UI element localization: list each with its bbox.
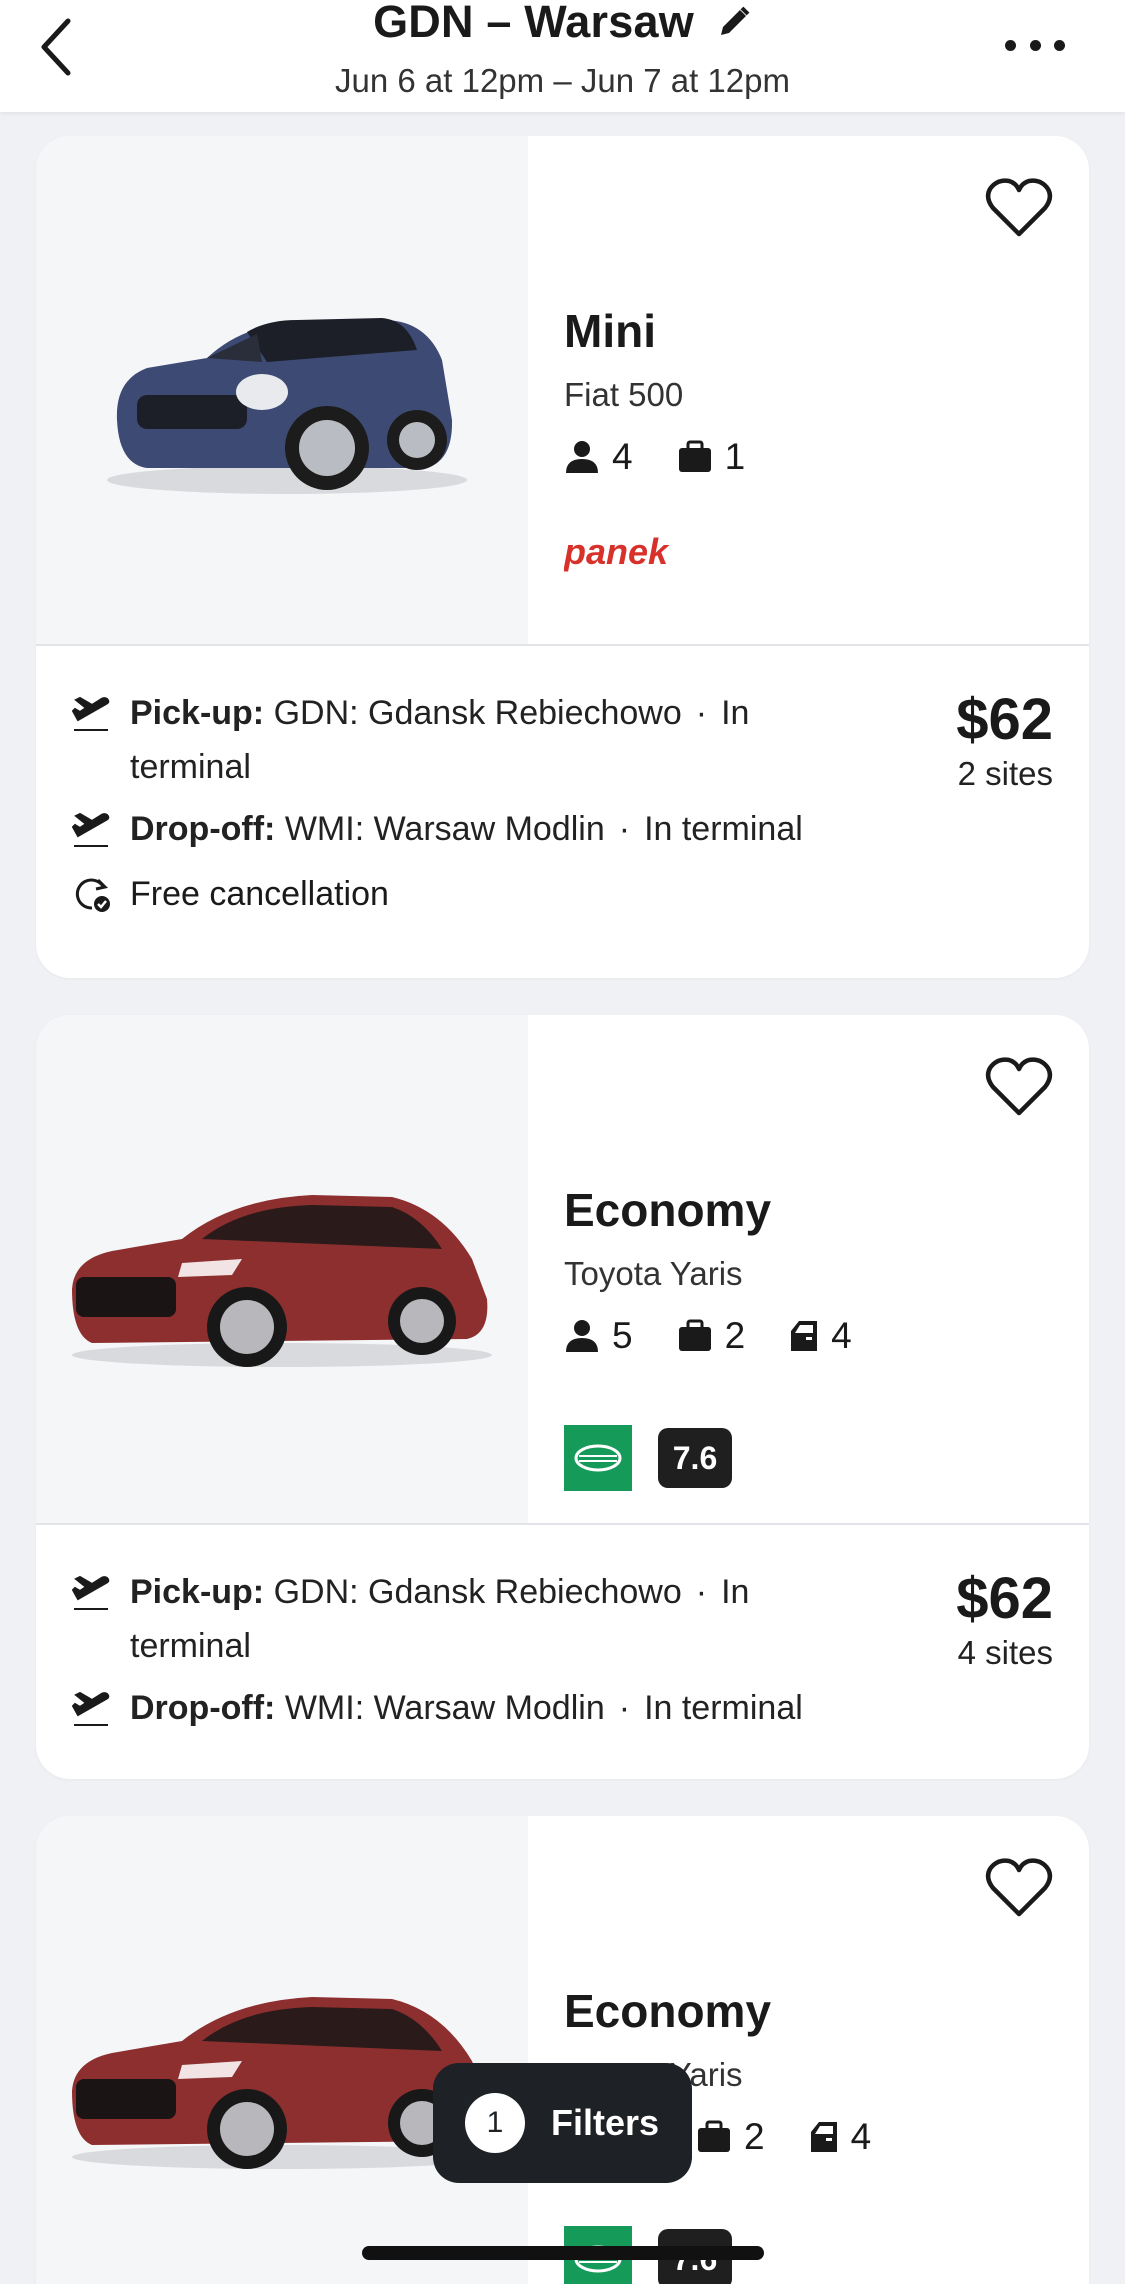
enterprise-logo [564,1425,632,1491]
search-title[interactable]: GDN – Warsaw [373,0,752,48]
filters-label: Filters [551,2102,660,2143]
car-result-card[interactable]: Economy Toyota Yaris 5 2 4 7.6 Pick-up: … [36,1015,1089,1779]
bag-count: 2 [744,2116,765,2157]
car-class: Mini [564,305,656,357]
door-count-spec: 4 [789,1315,852,1357]
home-indicator[interactable] [362,2246,764,2260]
dropoff-type: In terminal [644,1689,803,1727]
car-class: Economy [564,1985,772,2037]
person-icon [566,441,598,473]
car-model: Fiat 500 [564,376,684,413]
heart-icon[interactable] [985,1856,1053,1918]
car-result-card[interactable]: Economy Toyota Yaris 2 4 7.6 [36,1816,1089,2284]
filter-count-badge: 1 [465,2093,525,2153]
door-count: 4 [831,1315,852,1356]
car-door-icon [810,2122,837,2152]
price: $62 [956,1566,1053,1631]
site-count: 2 sites [957,755,1053,792]
dropoff-location: WMI: Warsaw Modlin [284,1689,605,1727]
passenger-count: 4 [612,436,633,477]
bag-capacity: 2 [696,2116,765,2158]
pickup-label: Pick-up: [130,694,265,732]
passenger-capacity: 5 [564,1315,633,1357]
dropoff-type: In terminal [644,810,803,848]
car-image [36,1816,528,2284]
suitcase-icon [678,440,711,472]
panek-logo: panek [563,531,714,577]
suitcase-icon [698,2120,730,2152]
date-range[interactable]: Jun 6 at 12pm – Jun 7 at 12pm [0,62,1125,100]
price-block[interactable]: $62 4 sites [956,1565,1053,1672]
site-count: 4 sites [957,1634,1053,1671]
heart-icon[interactable] [985,176,1053,238]
pickup-location: GDN: Gdansk Rebiechowo [273,1573,682,1611]
free-cancellation-label: Free cancellation [130,874,389,913]
person-icon [566,1320,598,1352]
suitcase-icon [678,1319,711,1351]
bag-count: 2 [724,1315,746,1356]
more-icon-dot [1005,39,1016,51]
passenger-count: 5 [612,1315,633,1356]
door-count-spec: 4 [809,2116,872,2158]
door-count: 4 [850,2116,872,2157]
dropoff-label: Drop-off: [130,1689,276,1727]
dropoff-label: Drop-off: [130,810,276,848]
plane-takeoff-icon [72,1575,110,1610]
car-class: Economy [564,1184,772,1236]
pickup-location: GDN: Gdansk Rebiechowo [273,694,682,732]
dropoff-info: Drop-off: WMI: Warsaw Modlin · In terminal [72,1681,1053,1735]
dropoff-info: Drop-off: WMI: Warsaw Modlin · In terminal [72,802,1053,856]
bag-capacity: 1 [677,436,746,478]
price: $62 [956,687,1053,752]
more-options-button[interactable] [1005,30,1065,60]
heart-icon[interactable] [985,1055,1053,1117]
rating-badge: 7.6 [658,1428,732,1488]
car-image [36,1015,528,1523]
refresh-check-icon [75,878,110,912]
car-model: Toyota Yaris [564,1255,743,1292]
bag-count: 1 [724,436,746,477]
pickup-info: Pick-up: GDN: Gdansk Rebiechowo · In termi… [72,686,1053,794]
car-door-icon [791,1321,818,1351]
pickup-info: Pick-up: GDN: Gdansk Rebiechowo · In termi… [72,1565,1053,1673]
vendor-logo-text: panek [564,536,670,572]
more-icon-dot [1029,39,1041,51]
free-cancellation: Free cancellation [72,874,1053,914]
passenger-capacity: 4 [564,436,633,478]
pencil-icon[interactable] [716,4,752,40]
pickup-label: Pick-up: [130,1573,265,1611]
plane-landing-icon [72,812,110,847]
plane-takeoff-icon [72,696,110,731]
car-result-card[interactable]: Mini Fiat 500 4 1 panek Pick-up: GDN: Gd… [36,136,1089,978]
filters-button[interactable]: 1 Filters [433,2063,692,2183]
car-image [36,136,528,644]
route-title: GDN – Warsaw [373,0,694,47]
price-block[interactable]: $62 2 sites [956,686,1053,793]
more-icon-dot [1054,39,1065,51]
dropoff-location: WMI: Warsaw Modlin [284,810,605,848]
top-bar: GDN – Warsaw Jun 6 at 12pm – Jun 7 at 12… [0,0,1125,112]
bag-capacity: 2 [677,1315,746,1357]
plane-landing-icon [72,1691,110,1726]
